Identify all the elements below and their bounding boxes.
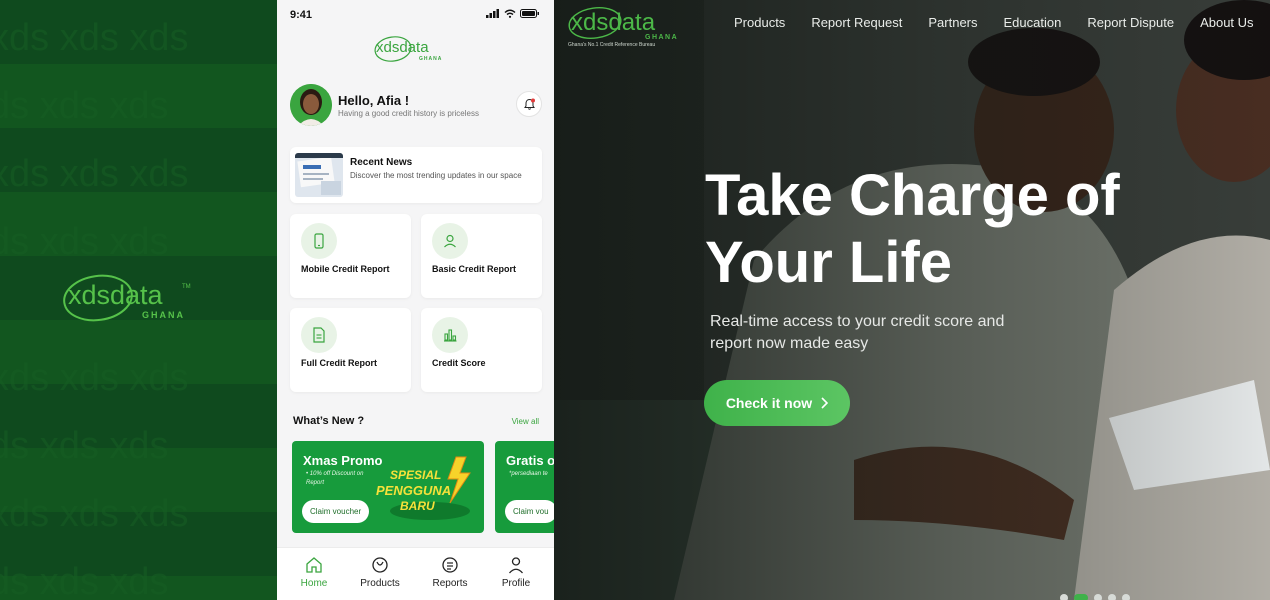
recent-news-card[interactable]: Recent News Discover the most trending u… — [290, 147, 542, 203]
view-all-link[interactable]: View all — [512, 417, 539, 426]
promo-card-xmas[interactable]: Xmas Promo • 10% off Discount on Report … — [292, 441, 484, 533]
nav-label: Products — [360, 578, 400, 589]
user-icon — [432, 223, 468, 259]
bell-icon — [523, 98, 535, 110]
svg-text:BARU: BARU — [400, 499, 435, 513]
card-label: Credit Score — [432, 358, 486, 368]
profile-icon — [509, 557, 523, 574]
news-description: Discover the most trending updates in ou… — [350, 171, 522, 180]
svg-text:xds xds xds: xds xds xds — [0, 17, 189, 59]
svg-text:GHANA: GHANA — [142, 310, 185, 320]
hero-tagline: Ghana's No.1 Credit Reference Bureau — [568, 42, 656, 48]
slide-dot[interactable] — [1060, 594, 1068, 600]
status-bar: 9:41 — [277, 0, 554, 28]
greeting-title: Hello, Afia ! — [338, 93, 410, 108]
promo-card-gratis[interactable]: Gratis o *persediaan te Claim vou — [495, 441, 554, 533]
svg-text:SPESIAL: SPESIAL — [390, 468, 441, 482]
notification-button[interactable] — [516, 91, 542, 117]
products-icon — [372, 557, 388, 573]
svg-text:xdsdata: xdsdata — [68, 280, 164, 310]
promo-description: • 10% off Discount on Report — [306, 471, 364, 486]
svg-text:xds xds xds: xds xds xds — [0, 221, 169, 263]
whats-new-heading: What’s New ? — [293, 415, 365, 427]
cta-label: Check it now — [725, 395, 813, 411]
svg-text:xds xds xds: xds xds xds — [0, 153, 189, 195]
menu-about-us[interactable]: About Us — [1200, 15, 1253, 30]
nav-label: Home — [300, 578, 328, 589]
reports-icon — [442, 557, 458, 573]
headline-line-2: Your Life — [705, 230, 953, 295]
svg-text:TM: TM — [182, 284, 191, 290]
hero-headline: Take Charge of Your Life — [705, 162, 1225, 296]
menu-products[interactable]: Products — [734, 15, 785, 30]
claim-voucher-button[interactable]: Claim vou — [505, 500, 554, 523]
home-icon — [306, 557, 322, 573]
svg-text:GHANA: GHANA — [419, 56, 442, 62]
signal-icon — [486, 9, 499, 18]
hero-photo — [554, 0, 1270, 600]
news-thumbnail — [295, 153, 343, 197]
card-label: Mobile Credit Report — [301, 264, 390, 274]
battery-icon — [520, 9, 539, 18]
phone-icon — [301, 223, 337, 259]
bar-chart-icon — [432, 317, 468, 353]
brand-panel: xds xds xds xds xds xds xds xds xds xds … — [0, 0, 277, 600]
promo-title: Gratis o — [506, 453, 554, 468]
avatar[interactable] — [290, 84, 332, 126]
status-time: 9:41 — [290, 9, 313, 21]
app-logo: xdsdata GHANA — [374, 36, 442, 62]
hero-subtext: Real-time access to your credit score an… — [710, 313, 1005, 352]
svg-text:xdsdata: xdsdata — [376, 39, 429, 56]
menu-report-dispute[interactable]: Report Dispute — [1087, 15, 1174, 30]
nav-products[interactable]: Products — [347, 556, 413, 596]
brand-logo: xdsdata TM GHANA — [63, 274, 191, 322]
system-icons — [486, 9, 540, 18]
greeting-subtitle: Having a good credit history is priceles… — [338, 109, 479, 118]
slide-dot-active[interactable] — [1074, 594, 1088, 600]
nav-profile[interactable]: Profile — [483, 556, 549, 596]
nav-home[interactable]: Home — [281, 556, 347, 596]
slide-dot[interactable] — [1094, 594, 1102, 600]
nav-reports[interactable]: Reports — [417, 556, 483, 596]
greeting-header: Hello, Afia ! Having a good credit histo… — [290, 84, 542, 128]
promo-description: *persediaan te — [509, 471, 548, 477]
card-label: Basic Credit Report — [432, 264, 517, 274]
svg-text:xds xds xds: xds xds xds — [0, 357, 189, 399]
basic-credit-report-card[interactable]: Basic Credit Report — [421, 214, 542, 298]
bottom-navigation: Home Products Reports Profile — [277, 547, 554, 600]
chevron-right-icon — [821, 397, 829, 409]
svg-text:PENGGUNA: PENGGUNA — [376, 483, 451, 498]
menu-partners[interactable]: Partners — [928, 15, 977, 30]
document-icon — [301, 317, 337, 353]
svg-text:xdsdata: xdsdata — [571, 9, 656, 36]
claim-voucher-button[interactable]: Claim voucher — [302, 500, 370, 523]
menu-education[interactable]: Education — [1004, 15, 1062, 30]
headline-line-1: Take Charge of — [705, 163, 1120, 228]
top-menu: Products Report Request Partners Educati… — [734, 15, 1270, 30]
svg-text:xds xds xds: xds xds xds — [0, 85, 169, 127]
svg-text:xds xds xds: xds xds xds — [0, 493, 189, 535]
svg-text:xds xds xds: xds xds xds — [0, 425, 169, 467]
mobile-credit-report-card[interactable]: Mobile Credit Report — [290, 214, 411, 298]
screen: xds xds xds xds xds xds xds xds xds xds … — [0, 0, 1270, 600]
svg-text:xds xds xds: xds xds xds — [0, 561, 169, 600]
mobile-app-screen: 9:41 xdsdata GHANA Hello, Afia ! Having … — [277, 0, 554, 600]
slide-dot[interactable] — [1108, 594, 1116, 600]
wifi-icon — [504, 9, 516, 18]
check-it-now-button[interactable]: Check it now — [704, 380, 850, 426]
credit-score-card[interactable]: Credit Score — [421, 308, 542, 392]
menu-report-request[interactable]: Report Request — [811, 15, 902, 30]
slide-dot[interactable] — [1122, 594, 1130, 600]
nav-label: Profile — [501, 578, 531, 589]
card-label: Full Credit Report — [301, 358, 377, 368]
website-hero: xdsdata GHANA Ghana's No.1 Credit Refere… — [554, 0, 1270, 600]
svg-text:GHANA: GHANA — [645, 34, 678, 41]
full-credit-report-card[interactable]: Full Credit Report — [290, 308, 411, 392]
nav-label: Reports — [432, 578, 468, 589]
promo-artwork: SPESIAL PENGGUNA BARU — [376, 456, 471, 520]
news-title: Recent News — [350, 157, 413, 168]
slide-indicator — [1060, 594, 1130, 600]
